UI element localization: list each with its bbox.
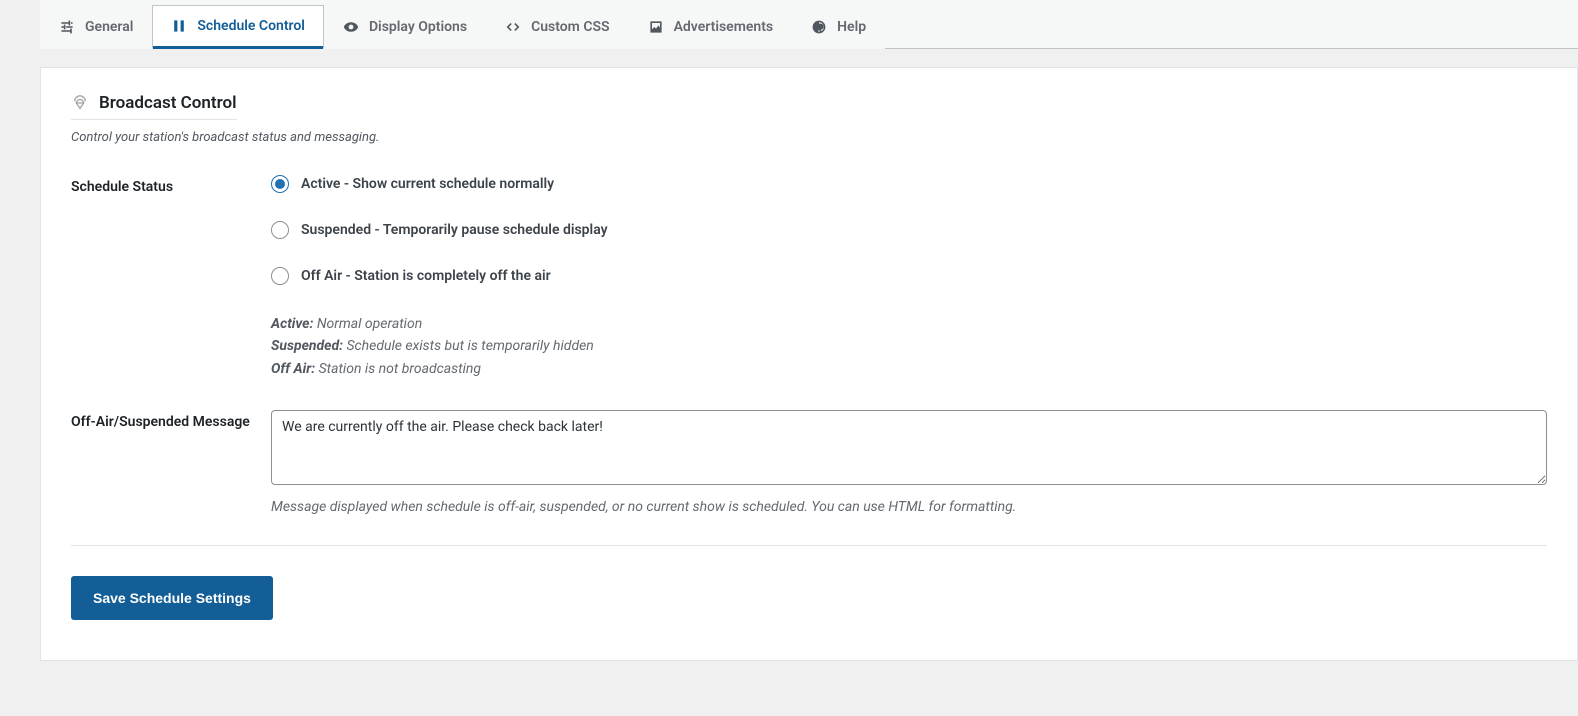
schedule-status-options: Active - Show current schedule normally …	[271, 175, 1547, 380]
radio-suspended[interactable]	[271, 221, 289, 239]
tab-advertisements[interactable]: Advertisements	[629, 5, 793, 49]
radio-option-offair: Off Air - Station is completely off the …	[271, 267, 1547, 285]
tab-help[interactable]: Help	[792, 5, 885, 49]
offair-message-textarea[interactable]	[271, 410, 1547, 485]
save-schedule-button[interactable]: Save Schedule Settings	[71, 576, 273, 620]
tab-label: Custom CSS	[531, 19, 610, 35]
radio-active-label[interactable]: Active - Show current schedule normally	[301, 176, 554, 192]
tab-label: General	[85, 19, 133, 35]
status-description: Active: Normal operation Suspended: Sche…	[271, 313, 1547, 380]
tab-custom-css[interactable]: Custom CSS	[486, 5, 629, 49]
sliders-icon	[59, 19, 75, 35]
radio-suspended-label[interactable]: Suspended - Temporarily pause schedule d…	[301, 222, 608, 238]
section-subtitle: Control your station's broadcast status …	[71, 130, 1547, 145]
schedule-status-label: Schedule Status	[71, 175, 271, 195]
section-title: Broadcast Control	[99, 93, 237, 113]
satellite-icon	[71, 94, 89, 112]
radio-offair-label[interactable]: Off Air - Station is completely off the …	[301, 268, 551, 284]
divider	[71, 545, 1547, 546]
radio-option-active: Active - Show current schedule normally	[271, 175, 1547, 193]
image-icon	[648, 19, 664, 35]
section-header: Broadcast Control	[71, 93, 237, 120]
tab-schedule-control[interactable]: Schedule Control	[152, 5, 324, 49]
tab-label: Display Options	[369, 19, 467, 35]
offair-message-label: Off-Air/Suspended Message	[71, 410, 271, 430]
radio-offair[interactable]	[271, 267, 289, 285]
code-icon	[505, 19, 521, 35]
tab-general[interactable]: General	[40, 5, 152, 49]
tab-label: Schedule Control	[197, 18, 305, 34]
schedule-status-row: Schedule Status Active - Show current sc…	[71, 175, 1547, 380]
offair-message-hint: Message displayed when schedule is off-a…	[271, 499, 1547, 515]
radio-active[interactable]	[271, 175, 289, 193]
pause-icon	[171, 18, 187, 34]
tab-display-options[interactable]: Display Options	[324, 5, 486, 49]
radio-option-suspended: Suspended - Temporarily pause schedule d…	[271, 221, 1547, 239]
settings-tabs: General Schedule Control Display Options…	[40, 0, 1578, 49]
offair-message-row: Off-Air/Suspended Message Message displa…	[71, 410, 1547, 515]
help-icon	[811, 19, 827, 35]
tab-label: Advertisements	[674, 19, 774, 35]
tab-label: Help	[837, 19, 866, 35]
settings-panel: Broadcast Control Control your station's…	[40, 67, 1578, 661]
eye-icon	[343, 19, 359, 35]
